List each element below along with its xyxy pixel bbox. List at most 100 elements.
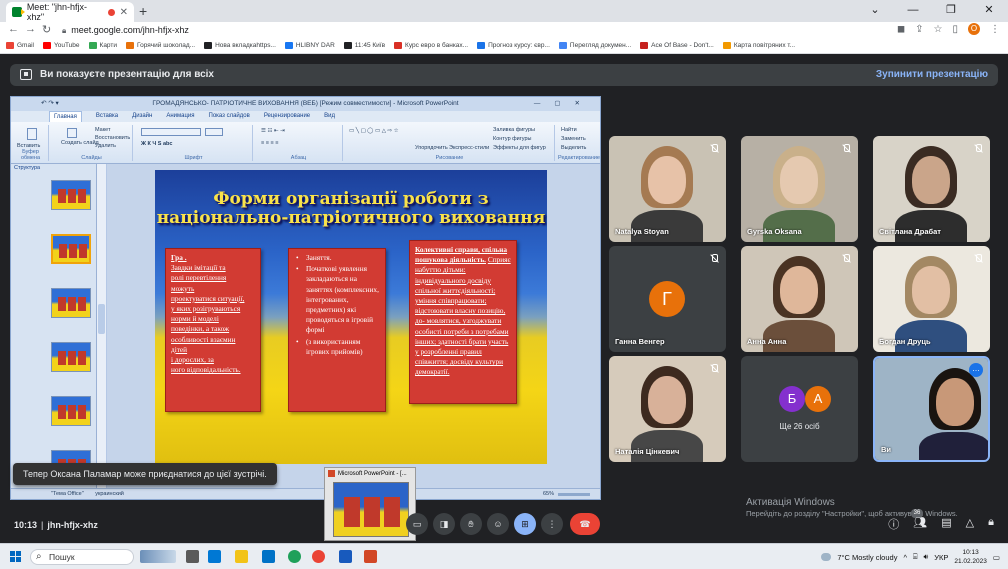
- bookmark-item[interactable]: HLIBNY DAR: [284, 42, 335, 49]
- forward-icon[interactable]: →: [25, 23, 36, 35]
- bookmark-item[interactable]: Карта повітряних т...: [722, 42, 795, 49]
- shapes-gallery[interactable]: ▭ ╲ ▢ ◯ ▭ △ ⇨ ☆: [349, 128, 399, 134]
- weather-text[interactable]: 7°C Mostly cloudy: [837, 553, 897, 562]
- slide-thumbnail[interactable]: [51, 288, 91, 318]
- taskbar-clock[interactable]: 10:13 21.02.2023: [954, 548, 987, 566]
- taskbar-search[interactable]: Пошук: [30, 549, 134, 565]
- volume-icon[interactable]: 🔊︎: [923, 552, 928, 562]
- ppt-tab[interactable]: Вставка: [96, 111, 118, 122]
- font-size-select[interactable]: [205, 128, 223, 136]
- language-indicator[interactable]: УКР: [934, 553, 948, 562]
- new-tab-button[interactable]: +: [139, 3, 147, 19]
- word-icon[interactable]: [339, 550, 352, 563]
- shape-outline-button[interactable]: Контур фигуры: [493, 136, 531, 142]
- bookmark-item[interactable]: Ace Of Base - Don't...: [640, 42, 714, 49]
- zoom-label[interactable]: 65%: [543, 489, 554, 499]
- file-explorer-icon[interactable]: [235, 550, 248, 563]
- participant-tile[interactable]: Б А Ще 26 осіб: [741, 356, 858, 462]
- participant-tile[interactable]: Анна Анна: [741, 246, 858, 352]
- info-icon[interactable]: ⓘ: [888, 516, 899, 532]
- align-icons[interactable]: ≡ ≡ ≡ ≡: [261, 140, 278, 146]
- slide-box-lessons[interactable]: Заняття.Початкові уявлення закладаються …: [288, 248, 386, 412]
- shape-effects-button[interactable]: Эффекты для фигур: [493, 145, 546, 151]
- edge-icon[interactable]: [288, 550, 301, 563]
- menu-icon[interactable]: ⋮: [990, 24, 1000, 35]
- more-options-icon[interactable]: ⋮: [541, 513, 563, 535]
- bookmark-item[interactable]: Курс евро в банках...: [394, 42, 468, 49]
- font-name-select[interactable]: [141, 128, 201, 136]
- ppt-tab[interactable]: Анимация: [166, 111, 194, 122]
- camera-icon[interactable]: ◼: [897, 24, 905, 35]
- stop-presenting-button[interactable]: Зупинити презентацію: [876, 69, 988, 80]
- share-icon[interactable]: ⇪: [915, 24, 923, 35]
- delete-button[interactable]: Удалить: [95, 143, 116, 149]
- restore-button[interactable]: Восстановить: [95, 135, 130, 141]
- camera-toggle-icon[interactable]: ▭: [406, 513, 428, 535]
- reload-icon[interactable]: ↻: [42, 23, 51, 36]
- slide-thumbnail[interactable]: [51, 342, 91, 372]
- arrange-button[interactable]: Упорядочить: [415, 145, 448, 151]
- bookmark-item[interactable]: Перегляд докумен...: [558, 42, 631, 49]
- slide-box-collective[interactable]: Колективні справи, спільна пошукова діял…: [409, 240, 517, 404]
- present-now-icon[interactable]: ⊞: [514, 513, 536, 535]
- ppt-tab[interactable]: Дизайн: [132, 111, 152, 122]
- minimize-button[interactable]: —: [894, 0, 932, 22]
- paste-icon[interactable]: [27, 128, 37, 140]
- slides-scrollbar[interactable]: [97, 164, 107, 490]
- browser-tab[interactable]: Meet: "jhn-hfjx-xhz" ✕: [6, 2, 134, 22]
- ppt-tab[interactable]: Показ слайдов: [209, 111, 250, 122]
- slide-thumbnail[interactable]: [51, 180, 91, 210]
- windows-start-icon[interactable]: [10, 551, 21, 562]
- tab-search-icon[interactable]: ⌄: [856, 0, 894, 22]
- participant-tile[interactable]: Ви…: [873, 356, 990, 462]
- slide-canvas[interactable]: Форми організації роботи з національно-п…: [155, 170, 547, 464]
- emoji-icon[interactable]: ☺: [487, 513, 509, 535]
- bookmark-item[interactable]: Нова вкладкаhttps...: [204, 42, 276, 49]
- tray-chevron-icon[interactable]: ^: [903, 553, 907, 562]
- widgets-icon[interactable]: [208, 550, 221, 563]
- chat-icon[interactable]: ▤: [941, 516, 951, 532]
- list-icons[interactable]: ☰ ☷ ⇤ ⇥: [261, 128, 285, 134]
- participant-tile[interactable]: Наталія Цінкевич: [609, 356, 726, 462]
- scrollbar-thumb[interactable]: [98, 304, 105, 334]
- raise-hand-icon[interactable]: ✋︎: [460, 513, 482, 535]
- captions-icon[interactable]: ◨: [433, 513, 455, 535]
- bookmark-item[interactable]: YouTube: [42, 42, 80, 49]
- address-input[interactable]: 🔒︎ meet.google.com/jhn-hfjx-xhz: [62, 23, 189, 37]
- select-button[interactable]: Выделить: [561, 145, 586, 151]
- ppt-tab[interactable]: Вид: [324, 111, 335, 122]
- slide-box-game[interactable]: Гра . Завдки імітації та ролі перевтіленн…: [165, 248, 261, 412]
- quick-styles-button[interactable]: Экспресс-стили: [449, 145, 489, 151]
- ppt-tab[interactable]: Рецензирование: [264, 111, 310, 122]
- profile-avatar[interactable]: О: [968, 23, 980, 35]
- taskbar-window-preview[interactable]: Microsoft PowerPoint - [...: [324, 467, 416, 541]
- bookmark-item[interactable]: Gmail: [6, 42, 34, 49]
- activities-icon[interactable]: △: [966, 516, 974, 532]
- people-icon[interactable]: 👥︎: [913, 516, 927, 532]
- slide-thumbnail-selected[interactable]: [51, 234, 91, 264]
- mail-icon[interactable]: [262, 550, 275, 563]
- notifications-icon[interactable]: ▭: [993, 553, 1000, 562]
- task-view-icon[interactable]: [186, 550, 199, 563]
- replace-button[interactable]: Заменить: [561, 136, 586, 142]
- host-controls-icon[interactable]: 🔒︎: [988, 516, 994, 532]
- participant-tile[interactable]: Г Ганна Венгер: [609, 246, 726, 352]
- bookmark-item[interactable]: 11:45 Київ: [343, 42, 385, 49]
- slide-thumbnail[interactable]: [51, 396, 91, 426]
- close-window-button[interactable]: ✕: [970, 0, 1008, 22]
- chrome-icon[interactable]: [312, 550, 325, 563]
- bookmark-item[interactable]: Прогноз курсу: євр...: [477, 42, 550, 49]
- participant-tile[interactable]: Богдан Друць: [873, 246, 990, 352]
- new-slide-icon[interactable]: [67, 128, 77, 138]
- powerpoint-icon[interactable]: [364, 550, 377, 563]
- leave-call-button[interactable]: ☎︎: [570, 513, 600, 535]
- zoom-slider[interactable]: [558, 493, 590, 496]
- participant-tile[interactable]: Natalya Stoyan: [609, 136, 726, 242]
- bookmark-item[interactable]: Карти: [88, 42, 117, 49]
- participant-tile[interactable]: Світлана Драбат: [873, 136, 990, 242]
- shape-fill-button[interactable]: Заливка фигуры: [493, 127, 535, 133]
- find-button[interactable]: Найти: [561, 127, 577, 133]
- ppt-tab[interactable]: Главная: [49, 111, 82, 122]
- participant-tile[interactable]: Gyrska Oksana: [741, 136, 858, 242]
- close-tab-icon[interactable]: ✕: [120, 7, 128, 18]
